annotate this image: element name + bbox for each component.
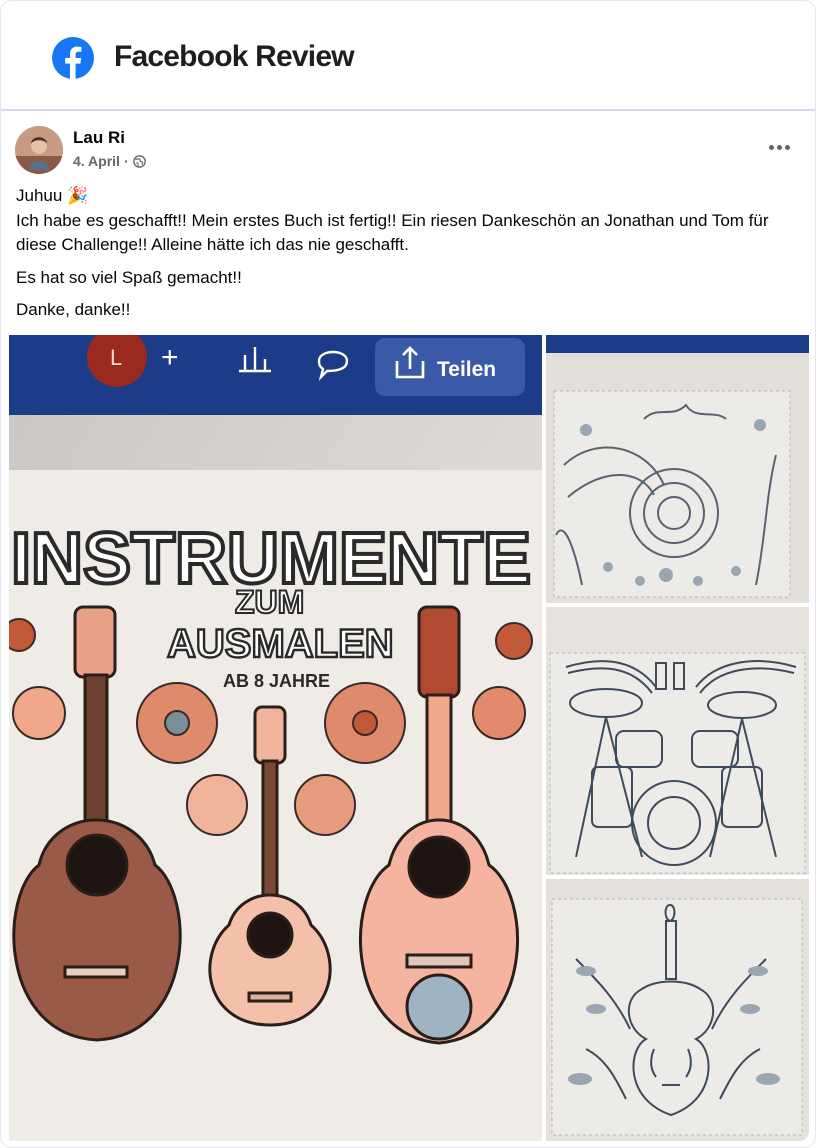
photo-french-horn[interactable] xyxy=(546,335,809,603)
post-line-main: Ich habe es geschafft!! Mein erstes Buch… xyxy=(16,210,769,255)
photo-grid: L + Teilen INSTRUMENTE ZUM AUSMALEN AB 8… xyxy=(9,335,809,1141)
facebook-logo-icon xyxy=(52,37,94,79)
post-line-thanks: Danke, danke!! xyxy=(16,300,131,319)
post-line-greeting: Juhuu 🎉 xyxy=(16,186,89,205)
book-age: AB 8 JAHRE xyxy=(223,671,330,691)
toolbar-plus: + xyxy=(161,341,179,374)
meta-separator: · xyxy=(123,153,129,169)
dot xyxy=(776,144,782,150)
post-meta: 4. April · xyxy=(73,153,146,169)
book-title-line2: ZUM xyxy=(235,584,304,620)
photo-violin[interactable] xyxy=(546,879,809,1141)
globe-icon[interactable] xyxy=(132,154,146,168)
toolbar-avatar-letter: L xyxy=(110,345,122,370)
review-card: Facebook Review Lau Ri 4. April · Juhuu … xyxy=(0,0,816,1148)
author-name[interactable]: Lau Ri xyxy=(73,128,125,148)
author-avatar[interactable] xyxy=(15,126,63,174)
photo-drum-kit[interactable] xyxy=(546,607,809,875)
review-header: Facebook Review xyxy=(1,1,815,111)
post-line-fun: Es hat so viel Spaß gemacht!! xyxy=(16,267,242,287)
book-title-line3: AUSMALEN xyxy=(167,622,394,666)
share-button-label: Teilen xyxy=(437,358,496,381)
page-title: Facebook Review xyxy=(114,40,355,73)
more-options-icon[interactable] xyxy=(761,135,797,159)
dot xyxy=(768,144,774,150)
photo-book-cover[interactable]: L + Teilen INSTRUMENTE ZUM AUSMALEN AB 8… xyxy=(9,335,542,1141)
dot xyxy=(784,144,790,150)
post-text: Juhuu 🎉 Ich habe es geschafft!! Mein ers… xyxy=(16,184,802,323)
post-date[interactable]: 4. April xyxy=(73,153,120,169)
